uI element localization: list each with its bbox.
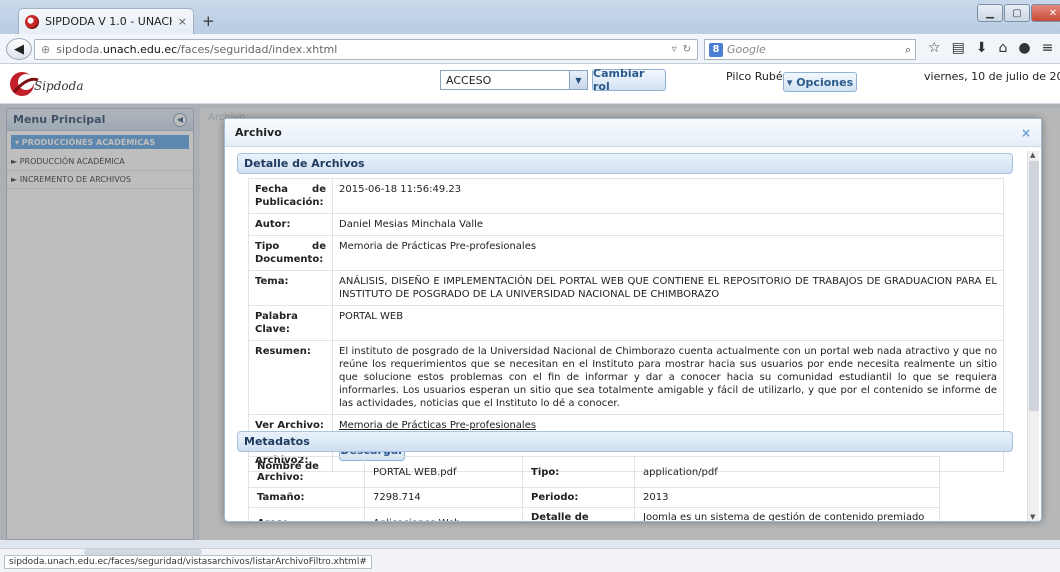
back-arrow-icon: ◀ <box>14 41 24 57</box>
google-icon: 8 <box>709 42 723 57</box>
site-favicon-icon <box>25 14 39 29</box>
meta-value: PORTAL WEB.pdf <box>364 456 523 488</box>
meta-value: application/pdf <box>634 456 940 488</box>
metadata-table: Nombre de Archivo: PORTAL WEB.pdf Tipo: … <box>248 456 940 521</box>
download-icon[interactable]: ⬇ <box>976 40 988 56</box>
palabra-clave-label: Palabra Clave: <box>248 305 333 341</box>
tipo-documento-label: Tipo de Documento: <box>248 235 333 271</box>
meta-value: 2013 <box>634 487 940 508</box>
menu-icon[interactable]: ≡ <box>1042 40 1054 56</box>
user-name: Pilco Rubén <box>726 70 790 83</box>
scroll-up-icon[interactable]: ▲ <box>1030 151 1035 159</box>
table-row: Tipo de Documento: Memoria de Prácticas P… <box>248 235 1004 271</box>
table-row: Palabra Clave: PORTAL WEB <box>248 305 1004 341</box>
reading-list-icon[interactable]: ▤ <box>952 40 965 56</box>
search-placeholder: Google <box>727 43 766 56</box>
detail-section: Detalle de Archivos Fecha de Publicación:… <box>237 153 1013 472</box>
meta-value: Aplicaciones Web <box>364 507 523 521</box>
fecha-label: Fecha de Publicación: <box>248 178 333 214</box>
resumen-label: Resumen: <box>248 340 333 415</box>
table-row: Area: Aplicaciones Web Detalle de Softwa… <box>248 507 940 521</box>
meta-label: Periodo: <box>522 487 635 508</box>
table-row: Autor: Daniel Mesias Minchala Valle <box>248 213 1004 236</box>
meta-label: Tamaño: <box>248 487 365 508</box>
url-path: /faces/seguridad/index.xhtml <box>177 43 338 56</box>
address-bar[interactable]: ⊕ sipdoda.unach.edu.ec/faces/seguridad/i… <box>34 39 698 60</box>
meta-label: Area: <box>248 507 365 521</box>
detail-section-header: Detalle de Archivos <box>237 153 1013 174</box>
resumen-value: El instituto de posgrado de la Universid… <box>332 340 1004 415</box>
status-url: sipdoda.unach.edu.ec/faces/seguridad/vis… <box>4 555 372 569</box>
tab-close-icon[interactable]: × <box>178 15 187 28</box>
table-row: Fecha de Publicación: 2015-06-18 11:56:49… <box>248 178 1004 214</box>
tema-label: Tema: <box>248 270 333 306</box>
dialog-title: Archivo <box>235 126 282 139</box>
table-row: Resumen: El instituto de posgrado de la … <box>248 340 1004 415</box>
table-row: Nombre de Archivo: PORTAL WEB.pdf Tipo: … <box>248 456 940 488</box>
meta-value: Joomla es un sistema de gestión de conte… <box>634 507 940 521</box>
autor-label: Autor: <box>248 213 333 236</box>
maximize-icon[interactable]: ▢ <box>1004 4 1030 22</box>
detail-table: Fecha de Publicación: 2015-06-18 11:56:49… <box>248 178 1004 472</box>
dropdown-history-icon[interactable]: ▿ <box>672 44 677 55</box>
fecha-value: 2015-06-18 11:56:49.23 <box>332 178 1004 214</box>
url-host: unach.edu.ec <box>102 43 178 56</box>
home-icon[interactable]: ⌂ <box>999 40 1008 56</box>
sipdoda-logo: Sipdoda <box>10 72 83 96</box>
role-select-value: ACCESO <box>446 74 492 87</box>
scroll-thumb[interactable] <box>1029 161 1039 411</box>
scroll-down-icon[interactable]: ▼ <box>1030 513 1035 521</box>
dialog-body: ▲ ▼ Detalle de Archivos Fecha de Publicac… <box>225 147 1041 521</box>
browser-tab-bar: SIPDODA V 1.0 - UNACH - ... × + ▁ ▢ ✕ <box>0 0 1060 34</box>
palabra-clave-value: PORTAL WEB <box>332 305 1004 341</box>
browser-tab[interactable]: SIPDODA V 1.0 - UNACH - ... × <box>18 8 194 34</box>
change-role-button[interactable]: Cambiar rol <box>592 67 666 93</box>
tipo-documento-value: Memoria de Prácticas Pre-profesionales <box>332 235 1004 271</box>
dialog-titlebar: Archivo × <box>225 119 1041 147</box>
autor-value: Daniel Mesias Minchala Valle <box>332 213 1004 236</box>
role-select[interactable]: ACCESO ▼ <box>440 70 588 90</box>
url-prefix: sipdoda. <box>56 43 103 56</box>
ver-archivo-link[interactable]: Memoria de Prácticas Pre-profesionales <box>339 420 536 431</box>
reload-icon[interactable]: ↻ <box>683 44 691 55</box>
minimize-icon[interactable]: ▁ <box>977 4 1003 22</box>
window-close-icon[interactable]: ✕ <box>1031 4 1060 22</box>
meta-label: Detalle de Software: <box>522 507 635 521</box>
meta-label: Nombre de Archivo: <box>248 456 365 488</box>
table-row: Tamaño: 7298.714 Periodo: 2013 <box>248 487 940 508</box>
current-date: viernes, 10 de julio de 2015 <box>924 70 1060 83</box>
toolbar-icons: ☆ ▤ ⬇ ⌂ ● ≡ <box>928 40 1053 56</box>
bookmark-star-icon[interactable]: ☆ <box>928 40 941 56</box>
chat-icon[interactable]: ● <box>1018 40 1030 56</box>
new-tab-button[interactable]: + <box>202 12 215 30</box>
archivo-dialog: Archivo × ▲ ▼ Detalle de Archivos Fecha d… <box>224 118 1042 522</box>
metadata-section: Metadatos Nombre de Archivo: PORTAL WEB.… <box>237 431 1013 521</box>
dialog-scrollbar[interactable]: ▲ ▼ <box>1027 151 1039 521</box>
site-identity-icon: ⊕ <box>41 43 51 56</box>
back-button[interactable]: ◀ <box>6 38 32 60</box>
chevron-down-icon[interactable]: ▼ <box>569 71 587 89</box>
tema-value: ANÁLISIS, DISEÑO E IMPLEMENTACIÓN DEL PO… <box>332 270 1004 306</box>
app-header: Sipdoda ACCESO ▼ Cambiar rol Pilco Rubén… <box>0 64 1060 104</box>
meta-value: 7298.714 <box>364 487 523 508</box>
dialog-close-icon[interactable]: × <box>1021 126 1031 140</box>
options-button[interactable]: ▾ Opciones <box>783 72 857 92</box>
table-row: Tema: ANÁLISIS, DISEÑO E IMPLEMENTACIÓN … <box>248 270 1004 306</box>
metadata-section-header: Metadatos <box>237 431 1013 452</box>
tab-title: SIPDODA V 1.0 - UNACH - ... <box>45 15 172 28</box>
search-bar[interactable]: 8 Google ⌕ <box>704 39 916 60</box>
window-controls: ▁ ▢ ✕ <box>976 4 1060 22</box>
search-icon[interactable]: ⌕ <box>905 43 911 57</box>
logo-text: Sipdoda <box>34 79 83 93</box>
browser-nav-bar: ◀ ⊕ sipdoda.unach.edu.ec/faces/seguridad… <box>0 34 1060 64</box>
meta-label: Tipo: <box>522 456 635 488</box>
browser-status-bar: sipdoda.unach.edu.ec/faces/seguridad/vis… <box>0 548 1060 572</box>
